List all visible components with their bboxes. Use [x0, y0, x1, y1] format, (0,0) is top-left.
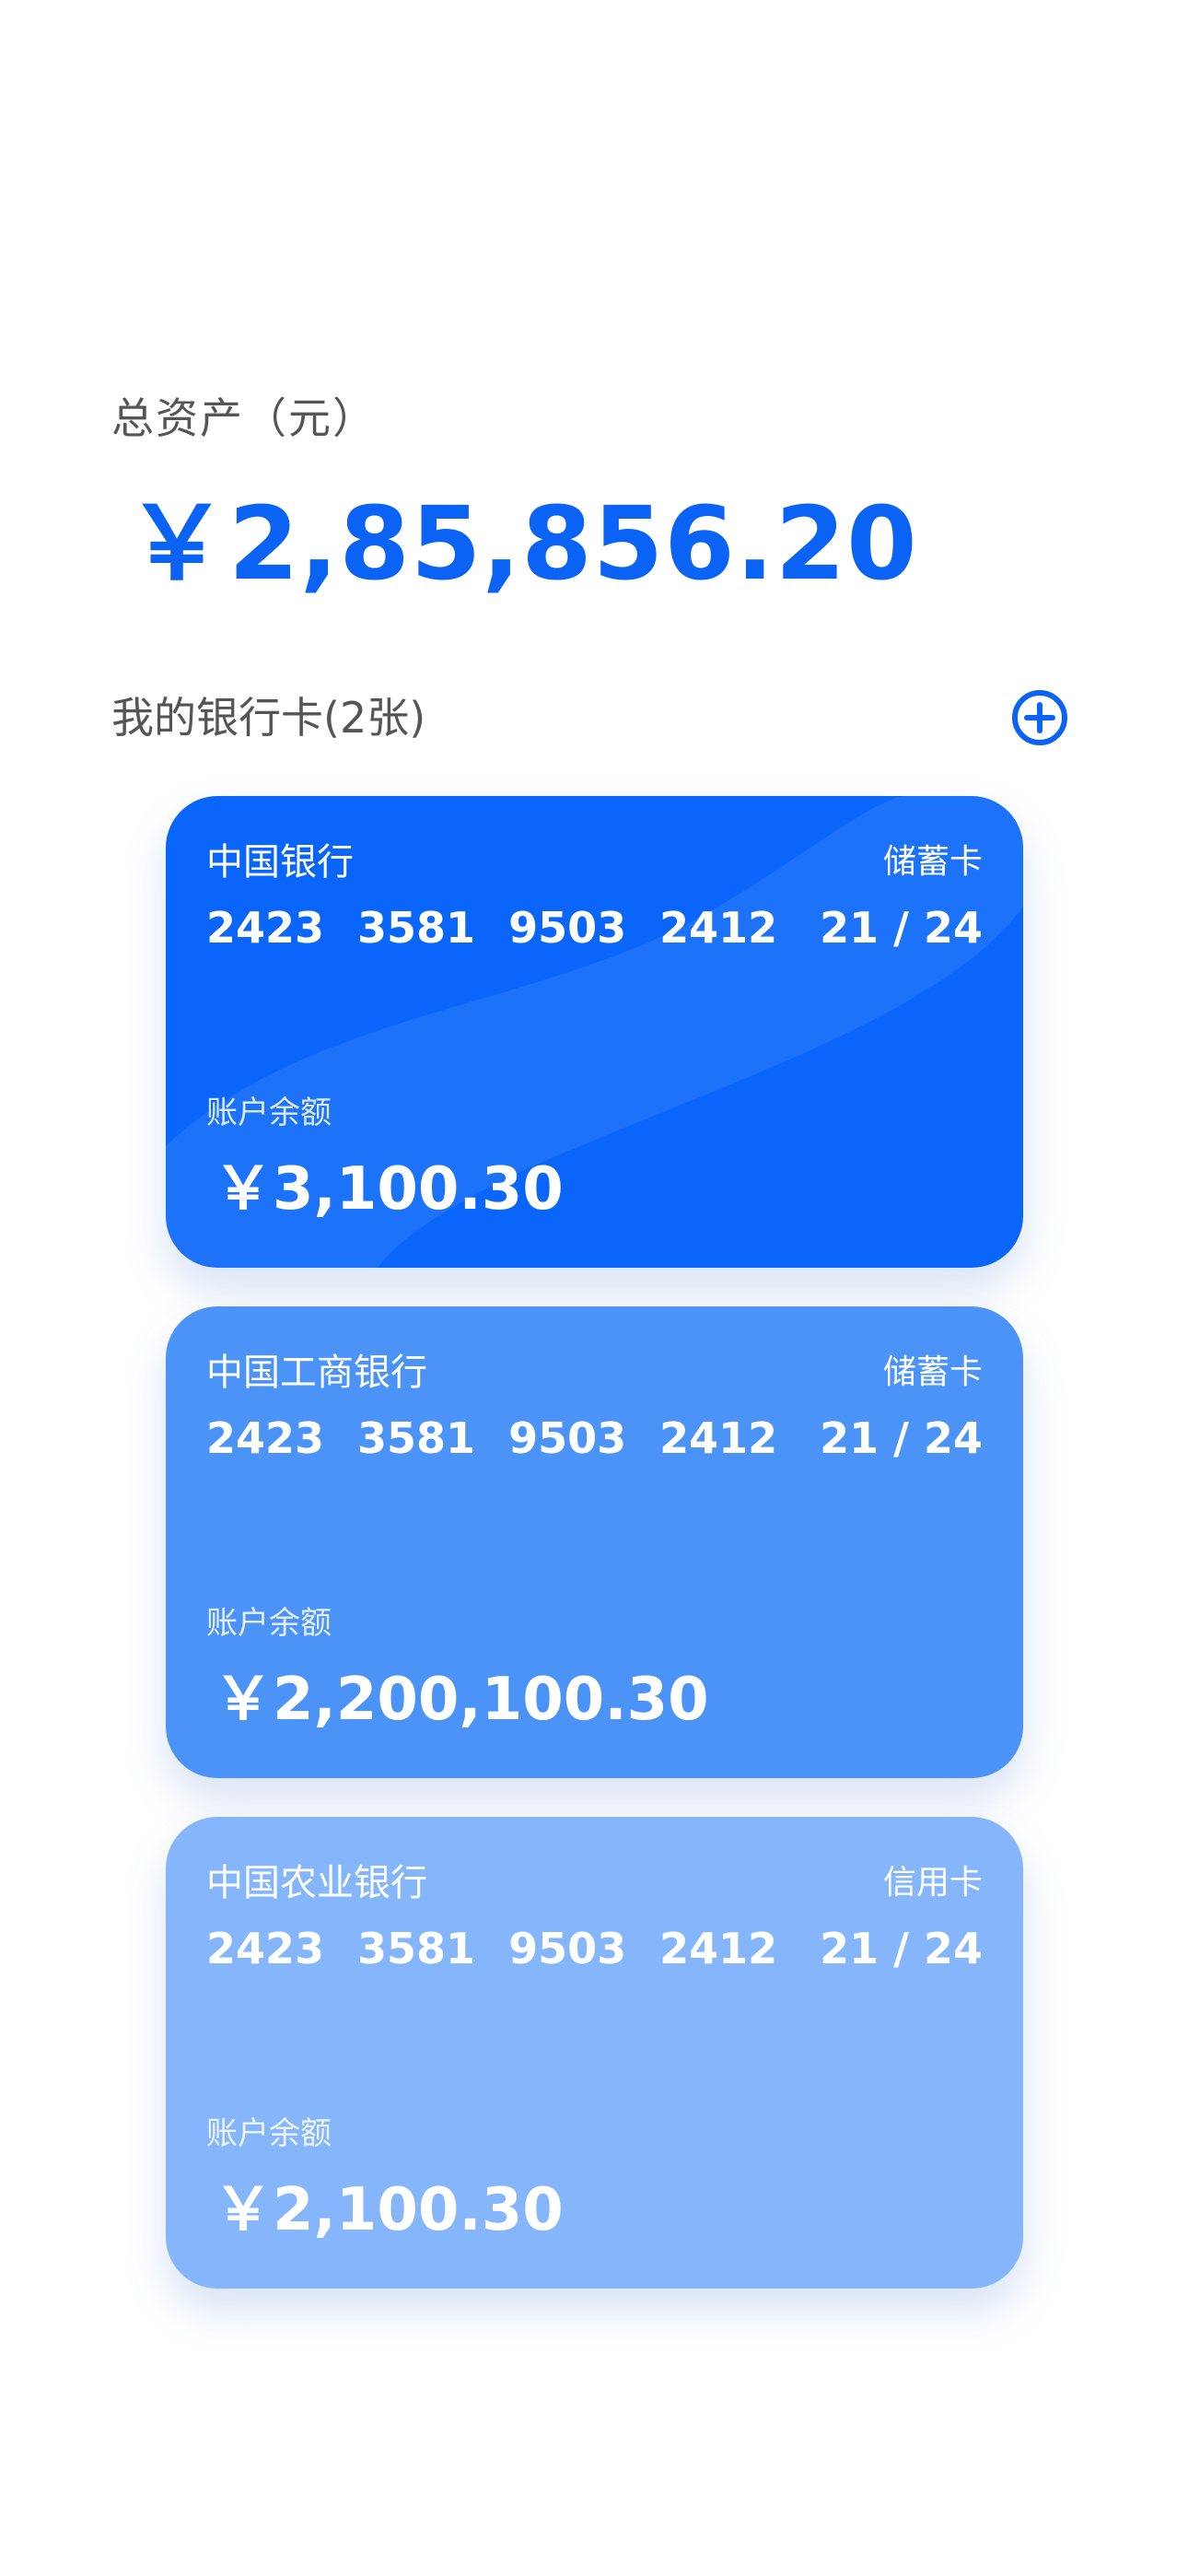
balance-label: 账户余额	[206, 1095, 332, 1131]
card-number-group: 2412	[659, 1924, 778, 1973]
bank-name: 中国工商银行	[206, 1352, 427, 1394]
my-cards-header: 我的银行卡(2张)	[111, 685, 1069, 750]
bank-name: 中国银行	[206, 841, 354, 884]
card-number-group: 3581	[357, 1924, 476, 1973]
my-cards-title-text: 我的银行卡	[111, 693, 323, 743]
card-number-group: 2423	[206, 1413, 325, 1463]
card-number-group: 2423	[206, 903, 325, 953]
card-number-group: 3581	[357, 1413, 476, 1463]
total-assets-label: 总资产（元）	[111, 393, 377, 443]
my-cards-title: 我的银行卡(2张)	[111, 685, 425, 750]
card-number-group: 2423	[206, 1924, 325, 1973]
balance-label: 账户余额	[206, 1605, 332, 1642]
bank-card[interactable]: 中国工商银行 储蓄卡 2423 3581 9503 2412 21 / 24 账户余额…	[166, 1306, 1023, 1778]
card-number-group: 9503	[508, 1924, 627, 1973]
card-expiry: 21 / 24	[820, 1413, 983, 1463]
card-number-group: 9503	[508, 1413, 627, 1463]
bank-card[interactable]: 中国农业银行 信用卡 2423 3581 9503 2412 21 / 24 账户余额…	[166, 1817, 1023, 2289]
card-number: 2423 3581 9503 2412	[206, 1410, 810, 1467]
total-assets-amount: ￥2,85,856.20	[126, 485, 918, 603]
add-card-button[interactable]	[1010, 688, 1069, 747]
plus-circle-icon	[1012, 690, 1067, 745]
card-expiry: 21 / 24	[820, 903, 983, 953]
card-expiry: 21 / 24	[820, 1924, 983, 1973]
card-number: 2423 3581 9503 2412	[206, 899, 810, 956]
my-cards-count: (2张)	[323, 693, 426, 743]
card-balance: ￥3,100.30	[214, 1155, 564, 1224]
card-type: 储蓄卡	[882, 843, 983, 881]
card-number-group: 3581	[357, 903, 476, 953]
card-type: 储蓄卡	[882, 1353, 983, 1391]
card-number-group: 2412	[659, 1413, 778, 1463]
bank-card[interactable]: 中国银行 储蓄卡 2423 3581 9503 2412 21 / 24 账户余额 ￥…	[166, 796, 1023, 1268]
card-number-group: 9503	[508, 903, 627, 953]
card-number: 2423 3581 9503 2412	[206, 1920, 810, 1977]
card-balance: ￥2,100.30	[214, 2176, 564, 2244]
bank-name: 中国农业银行	[206, 1862, 427, 1904]
card-number-group: 2412	[659, 903, 778, 953]
balance-label: 账户余额	[206, 2115, 332, 2152]
card-balance: ￥2,200,100.30	[214, 1666, 709, 1734]
card-type: 信用卡	[882, 1864, 983, 1902]
